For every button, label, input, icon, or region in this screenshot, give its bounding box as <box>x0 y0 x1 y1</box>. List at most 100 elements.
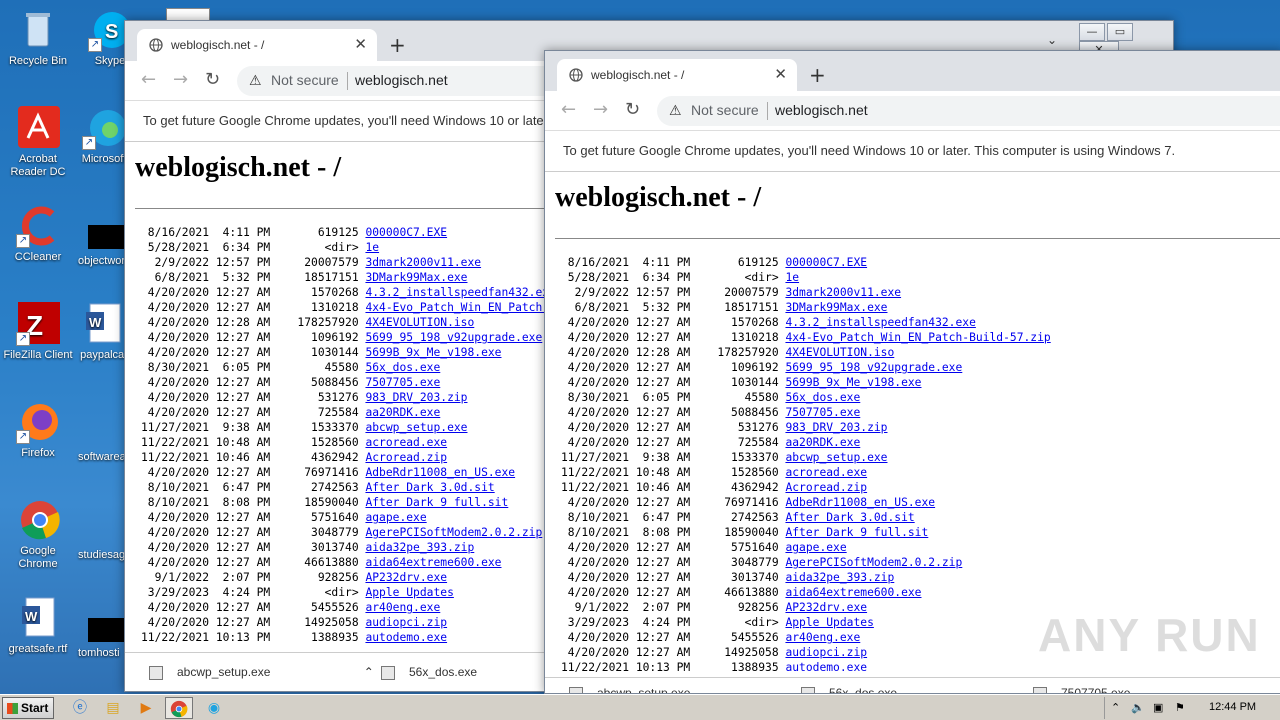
file-link[interactable]: abcwp_setup.exe <box>785 451 887 464</box>
file-link[interactable]: AgerePCISoftModem2.0.2.zip <box>785 556 962 569</box>
desktop-icon-label[interactable]: objectwor <box>78 255 125 267</box>
network-icon[interactable]: ▣ <box>1153 701 1163 714</box>
file-link[interactable]: Apple Updates <box>785 616 873 629</box>
file-link[interactable]: audiopci.zip <box>785 646 867 659</box>
file-link[interactable]: 000000C7.EXE <box>785 256 867 269</box>
file-link[interactable]: 000000C7.EXE <box>365 226 447 239</box>
file-link[interactable]: After Dark 3.0d.sit <box>365 481 494 494</box>
file-link[interactable]: 3dmark2000v11.exe <box>785 286 901 299</box>
file-link[interactable]: AP232drv.exe <box>365 571 447 584</box>
file-link[interactable]: 4X4EVOLUTION.iso <box>365 316 474 329</box>
forward-button[interactable]: → <box>173 69 188 90</box>
download-item[interactable]: 7507705.exe <box>1033 686 1130 693</box>
file-link[interactable]: 4.3.2_installspeedfan432.exe <box>365 286 555 299</box>
maximize-button[interactable]: ▭ <box>1107 23 1133 41</box>
file-link[interactable]: AdbeRdr11008_en_US.exe <box>365 466 515 479</box>
file-link[interactable]: aida64extreme600.exe <box>785 586 921 599</box>
ie-taskbar-icon[interactable]: ⓔ <box>66 697 94 719</box>
file-link[interactable]: 5699_95_198_v92upgrade.exe <box>365 331 542 344</box>
desktop-icon-chrome[interactable]: Google Chrome <box>0 498 76 571</box>
file-link[interactable]: audiopci.zip <box>365 616 447 629</box>
file-link[interactable]: 1e <box>365 241 379 254</box>
file-link[interactable]: autodemo.exe <box>785 661 867 672</box>
file-link[interactable]: aida64extreme600.exe <box>365 556 501 569</box>
close-tab-icon[interactable]: ✕ <box>774 65 787 83</box>
new-tab-button[interactable]: + <box>809 63 826 87</box>
action-center-icon[interactable]: ⚑ <box>1175 701 1185 714</box>
file-link[interactable]: Acroread.zip <box>785 481 867 494</box>
file-link[interactable]: 5699B_9x_Me_v198.exe <box>365 346 501 359</box>
file-link[interactable]: aida32pe_393.zip <box>365 541 474 554</box>
desktop-icon-firefox[interactable]: ↗ Firefox <box>0 400 76 460</box>
reload-button[interactable]: ↻ <box>625 99 640 120</box>
file-link[interactable]: Acroread.zip <box>365 451 447 464</box>
edge-taskbar-icon[interactable]: ◉ <box>200 697 228 719</box>
volume-icon[interactable]: 🔈 <box>1131 701 1145 714</box>
tab-search-icon[interactable]: ⌄ <box>1047 33 1057 47</box>
download-item[interactable]: abcwp_setup.exe <box>569 686 690 693</box>
file-link[interactable]: After Dark 9 full.sit <box>365 496 508 509</box>
file-link[interactable]: AgerePCISoftModem2.0.2.zip <box>365 526 542 539</box>
reload-button[interactable]: ↻ <box>205 69 220 90</box>
close-tab-icon[interactable]: ✕ <box>354 35 367 53</box>
media-player-taskbar-icon[interactable]: ▶ <box>132 697 160 719</box>
tray-expand-icon[interactable]: ⌃ <box>1111 701 1120 714</box>
address-bar[interactable]: ⚠ Not secure weblogisch.net <box>657 96 1280 126</box>
explorer-taskbar-icon[interactable]: ▤ <box>99 697 127 719</box>
desktop-icon-ccleaner[interactable]: ↗ CCleaner <box>0 204 76 264</box>
file-link[interactable]: acroread.exe <box>365 436 447 449</box>
minimize-button[interactable]: — <box>1079 23 1105 41</box>
file-link[interactable]: 3DMark99Max.exe <box>785 301 887 314</box>
file-link[interactable]: ar40eng.exe <box>365 601 440 614</box>
file-link[interactable]: aa20RDK.exe <box>365 406 440 419</box>
start-button[interactable]: Start <box>2 697 54 719</box>
file-link[interactable]: aida32pe_393.zip <box>785 571 894 584</box>
file-link[interactable]: ar40eng.exe <box>785 631 860 644</box>
forward-button[interactable]: → <box>593 99 608 120</box>
clock[interactable]: 12:44 PM <box>1209 701 1256 713</box>
file-link[interactable]: After Dark 9 full.sit <box>785 526 928 539</box>
file-link[interactable]: AP232drv.exe <box>785 601 867 614</box>
file-link[interactable]: autodemo.exe <box>365 631 447 644</box>
file-link[interactable]: acroread.exe <box>785 466 867 479</box>
browser-tab[interactable]: weblogisch.net - / ✕ <box>137 29 377 61</box>
file-link[interactable]: 983_DRV_203.zip <box>785 421 887 434</box>
desktop-icon-recycle-bin[interactable]: Recycle Bin <box>0 8 76 68</box>
file-link[interactable]: 5699_95_198_v92upgrade.exe <box>785 361 962 374</box>
file-link[interactable]: 7507705.exe <box>785 406 860 419</box>
new-tab-button[interactable]: + <box>389 33 406 57</box>
chrome-taskbar-icon[interactable] <box>165 697 193 719</box>
file-link[interactable]: 983_DRV_203.zip <box>365 391 467 404</box>
back-button[interactable]: ← <box>141 69 156 90</box>
file-link[interactable]: 3dmark2000v11.exe <box>365 256 481 269</box>
desktop-icon-filezilla[interactable]: Z ↗ FileZilla Client <box>0 302 76 362</box>
file-link[interactable]: 1e <box>785 271 799 284</box>
file-link[interactable]: 56x_dos.exe <box>785 391 860 404</box>
file-link[interactable]: AdbeRdr11008_en_US.exe <box>785 496 935 509</box>
file-link[interactable]: 4.3.2_installspeedfan432.exe <box>785 316 975 329</box>
file-link[interactable]: 3DMark99Max.exe <box>365 271 467 284</box>
file-link[interactable]: After Dark 3.0d.sit <box>785 511 914 524</box>
desktop-icon-acrobat[interactable]: Acrobat Reader DC <box>0 106 76 179</box>
file-link[interactable]: Apple Updates <box>365 586 453 599</box>
file-link[interactable]: aa20RDK.exe <box>785 436 860 449</box>
file-link[interactable]: 4x4-Evo_Patch_Win_EN_Patch-Build-57.zip <box>785 331 1050 344</box>
file-link[interactable]: 7507705.exe <box>365 376 440 389</box>
browser-window-front[interactable]: weblogisch.net - / ✕ + ← → ↻ ⚠ Not secur… <box>544 50 1280 694</box>
file-link[interactable]: abcwp_setup.exe <box>365 421 467 434</box>
file-link[interactable]: agape.exe <box>785 541 846 554</box>
file-link[interactable]: 56x_dos.exe <box>365 361 440 374</box>
download-item[interactable]: abcwp_setup.exe ⌃ <box>149 665 374 680</box>
browser-tab[interactable]: weblogisch.net - / ✕ <box>557 59 797 91</box>
download-item[interactable]: 56x_dos.exe <box>801 686 897 693</box>
file-link[interactable]: 4X4EVOLUTION.iso <box>785 346 894 359</box>
download-item[interactable]: 56x_dos.exe <box>381 665 477 680</box>
desktop-icon-label[interactable]: studiesag <box>78 549 125 561</box>
back-button[interactable]: ← <box>561 99 576 120</box>
file-link[interactable]: 5699B_9x_Me_v198.exe <box>785 376 921 389</box>
desktop-icon-label[interactable]: tomhosti <box>78 647 120 659</box>
desktop-icon-label[interactable]: softwarea <box>78 451 126 463</box>
desktop-icon-greatsafe[interactable]: W greatsafe.rtf <box>0 596 76 656</box>
chevron-up-icon[interactable]: ⌃ <box>364 665 374 679</box>
file-link[interactable]: agape.exe <box>365 511 426 524</box>
